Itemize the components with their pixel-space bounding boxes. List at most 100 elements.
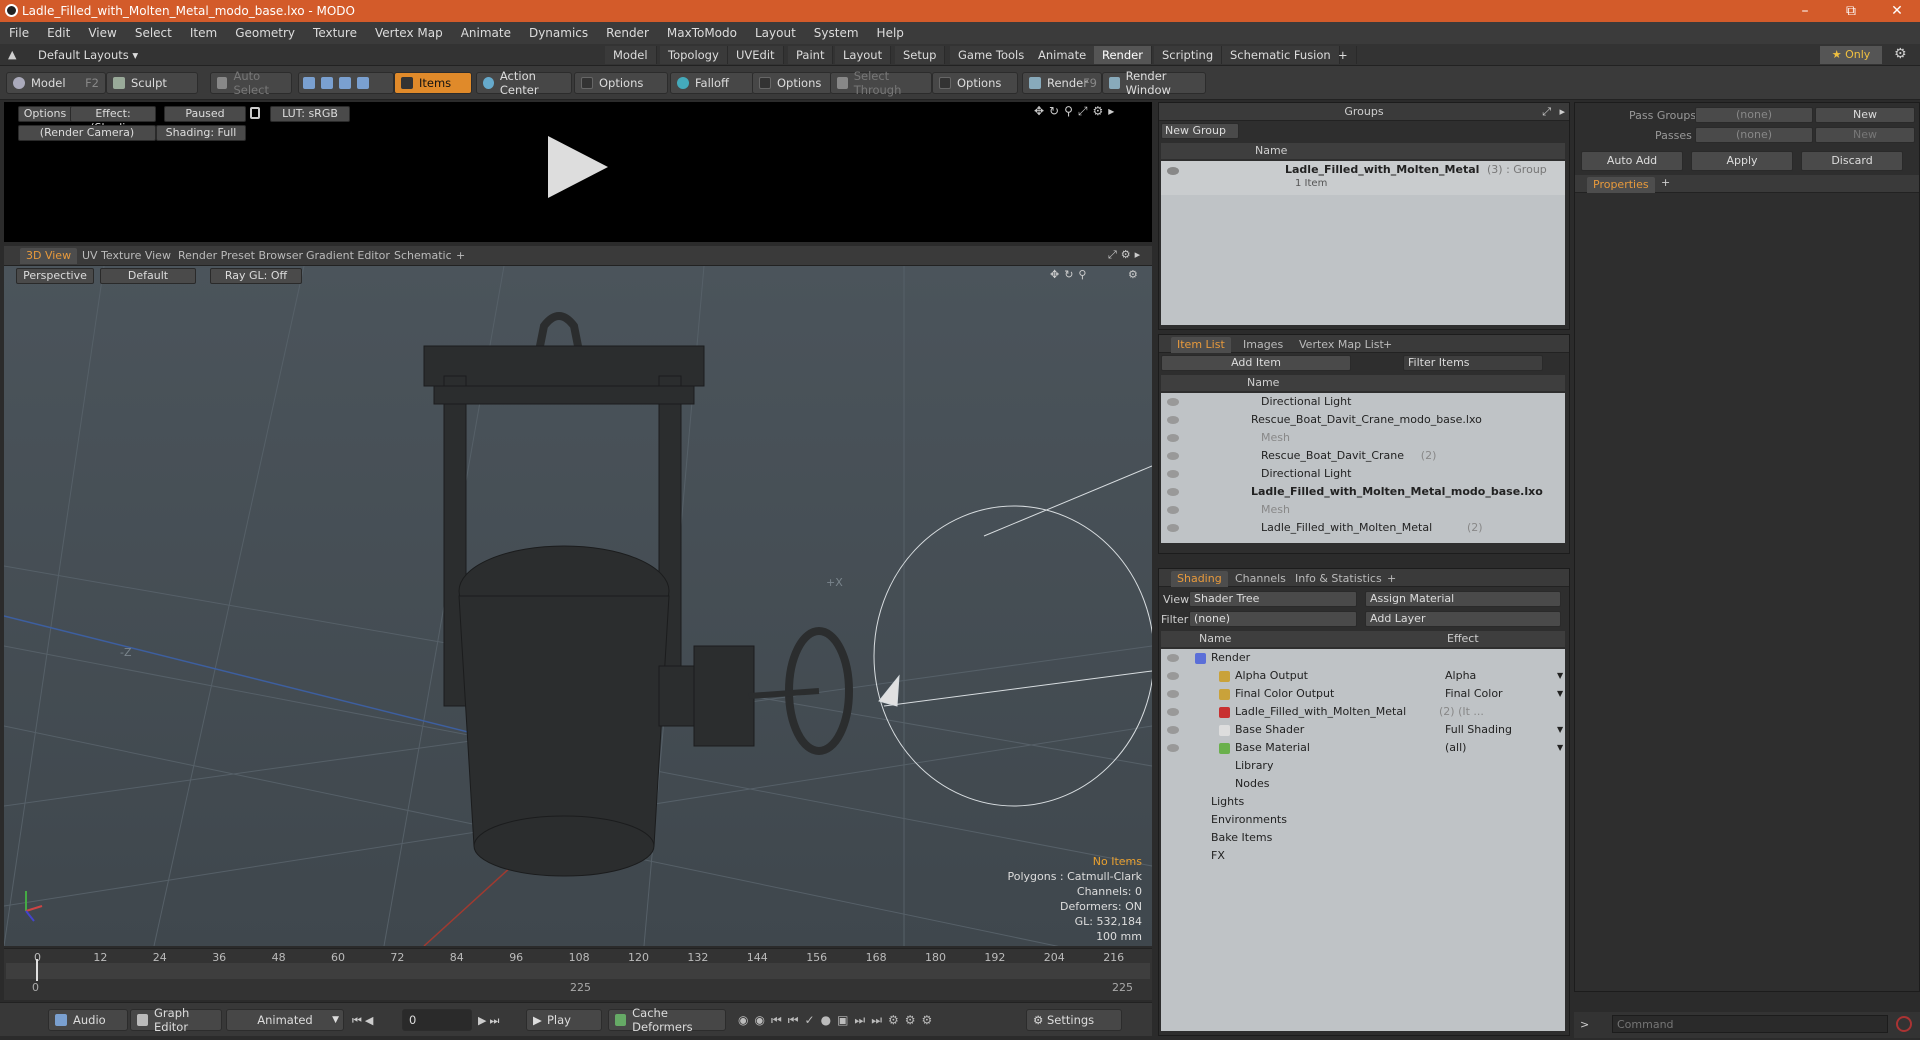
tab-channels[interactable]: Channels [1229, 571, 1292, 587]
tab-animate[interactable]: Animate [1030, 46, 1096, 64]
visibility-eye-icon[interactable] [1167, 690, 1179, 698]
menu-texture[interactable]: Texture [304, 26, 366, 40]
expand-icon[interactable]: ⤢ [1542, 105, 1551, 119]
visibility-eye-icon[interactable] [1167, 744, 1179, 752]
tab-schematic[interactable]: Schematic [388, 248, 458, 264]
new-pass-button[interactable]: New [1815, 127, 1915, 143]
visibility-eye-icon[interactable] [1167, 524, 1179, 532]
item-list-row[interactable]: Directional Light [1161, 393, 1565, 411]
visibility-eye-icon[interactable] [1167, 452, 1179, 460]
menu-maxtomodo[interactable]: MaxToModo [658, 26, 746, 40]
shader-tree-row[interactable]: Ladle_Filled_with_Molten_Metal (2) (It ..… [1161, 703, 1565, 721]
panel-menu-icon[interactable]: ▸ [1559, 105, 1565, 118]
shader-tree-row[interactable]: Bake Items [1161, 829, 1565, 847]
group-row[interactable]: Ladle_Filled_with_Molten_Metal (3) : Gro… [1161, 161, 1565, 195]
item-list-row[interactable]: Mesh [1161, 501, 1565, 519]
pass-groups-dropdown[interactable]: (none) [1695, 107, 1813, 123]
visibility-eye-icon[interactable] [1167, 416, 1179, 424]
render-view-controls-icon[interactable]: ✥↻⚲⤢⚙▸ [1034, 104, 1119, 119]
shader-effect-value[interactable]: Alpha [1445, 667, 1476, 685]
tab-model[interactable]: Model [605, 46, 657, 64]
shader-effect-value[interactable]: (all) [1445, 739, 1466, 757]
add-layer-dropdown[interactable]: Add Layer [1365, 611, 1561, 627]
item-list-row[interactable]: Ladle_Filled_with_Molten_Metal_modo_base… [1161, 483, 1565, 501]
render-options-button[interactable]: Options [18, 106, 72, 122]
passes-dropdown[interactable]: (none) [1695, 127, 1813, 143]
item-list-row[interactable]: Rescue_Boat_Davit_Crane_modo_base.lxo [1161, 411, 1565, 429]
tab-shading[interactable]: Shading [1171, 571, 1228, 587]
minimize-button[interactable]: – [1782, 0, 1828, 22]
visibility-eye-icon[interactable] [1167, 398, 1179, 406]
new-pass-group-button[interactable]: New [1815, 107, 1915, 123]
viewport-gear-icon[interactable]: ⚙ [1128, 268, 1138, 281]
tab-images[interactable]: Images [1237, 337, 1289, 353]
tab-game-tools[interactable]: Game Tools [950, 46, 1034, 64]
menu-vertex-map[interactable]: Vertex Map [366, 26, 452, 40]
tab-3d-view[interactable]: 3D View [20, 248, 78, 264]
lut-dropdown[interactable]: LUT: sRGB [270, 106, 350, 122]
shader-tree-row[interactable]: Lights [1161, 793, 1565, 811]
shader-tree-row[interactable]: Render [1161, 649, 1565, 667]
visibility-eye-icon[interactable] [1167, 470, 1179, 478]
layout-up-icon[interactable]: ▲ [8, 48, 16, 61]
tab-render-preset-browser[interactable]: Render Preset Browser [172, 248, 309, 264]
shader-tree-row[interactable]: Base Material (all) ▼ [1161, 739, 1565, 757]
menu-layout[interactable]: Layout [746, 26, 805, 40]
animated-dropdown[interactable]: Animated ▼ [226, 1009, 344, 1031]
visibility-eye-icon[interactable] [1167, 488, 1179, 496]
tab-scripting[interactable]: Scripting [1154, 46, 1223, 64]
shader-tree-row[interactable]: Nodes [1161, 775, 1565, 793]
assign-material-button[interactable]: Assign Material [1365, 591, 1561, 607]
menu-geometry[interactable]: Geometry [226, 26, 304, 40]
viewport-nav-controls-icon[interactable]: ✥↻⚲ [1050, 268, 1092, 281]
timeline-playhead[interactable] [36, 959, 38, 981]
render-window-button[interactable]: Render Window [1102, 69, 1206, 97]
discard-button[interactable]: Discard [1801, 151, 1903, 171]
vertices-mode-icon[interactable] [303, 77, 315, 89]
paused-button[interactable]: Paused [164, 106, 246, 122]
menu-help[interactable]: Help [868, 26, 913, 40]
visibility-eye-icon[interactable] [1167, 167, 1179, 175]
apply-button[interactable]: Apply [1691, 151, 1793, 171]
render-camera-dropdown[interactable]: (Render Camera) [18, 125, 156, 141]
timeline[interactable]: 0 12 24 36 48 60 72 84 96 108 120 132 144 156 168 180 19… [4, 948, 1152, 1000]
tab-paint[interactable]: Paint [788, 46, 834, 64]
tab-uv-texture-view[interactable]: UV Texture View [76, 248, 177, 264]
cache-deformers-button[interactable]: Cache Deformers [608, 1006, 726, 1034]
visibility-eye-icon[interactable] [1167, 434, 1179, 442]
visibility-eye-icon[interactable] [1167, 672, 1179, 680]
default-style-dropdown[interactable]: Default [100, 268, 196, 284]
effect-dropdown[interactable]: Effect: (Shadi... [70, 106, 156, 134]
tab-uvedit[interactable]: UVEdit [728, 46, 784, 64]
command-input[interactable] [1612, 1015, 1888, 1033]
close-button[interactable]: ✕ [1874, 0, 1920, 22]
shader-tree-row[interactable]: Environments [1161, 811, 1565, 829]
filter-items-input[interactable]: Filter Items [1403, 355, 1543, 371]
auto-select-button[interactable]: Auto Select [210, 69, 292, 97]
render-button[interactable]: Render F9 [1022, 72, 1102, 94]
effect-dropdown-arrow-icon[interactable]: ▼ [1557, 685, 1563, 703]
play-button[interactable]: ▶ Play [526, 1009, 602, 1031]
tab-info-statistics[interactable]: Info & Statistics [1289, 571, 1388, 587]
visibility-eye-icon[interactable] [1167, 726, 1179, 734]
tab-render[interactable]: Render [1094, 46, 1152, 64]
shader-effect-value[interactable]: Final Color [1445, 685, 1503, 703]
edges-mode-icon[interactable] [321, 77, 333, 89]
add-properties-tab-button[interactable]: + [1661, 176, 1670, 189]
tab-vertex-map-list[interactable]: Vertex Map List [1293, 337, 1390, 353]
default-layouts-dropdown[interactable]: Default Layouts ▾ [38, 48, 138, 62]
keyframe-tools-icons[interactable]: ◉◉⏮⏮✓●▣⏭⏭⚙⚙⚙ [738, 1013, 938, 1028]
gear-icon[interactable]: ⚙ [1894, 46, 1907, 62]
tab-gradient-editor[interactable]: Gradient Editor [300, 248, 396, 264]
skip-forward-icons[interactable]: ▶⏭ [478, 1014, 502, 1028]
effect-dropdown-arrow-icon[interactable]: ▼ [1557, 667, 1563, 685]
tab-topology[interactable]: Topology [660, 46, 728, 64]
auto-add-button[interactable]: Auto Add [1581, 151, 1683, 171]
graph-editor-button[interactable]: Graph Editor [130, 1006, 222, 1034]
tab-schematic-fusion[interactable]: Schematic Fusion [1222, 46, 1340, 64]
shader-tree-row[interactable]: Final Color Output Final Color ▼ [1161, 685, 1565, 703]
shader-tree-row[interactable]: Base Shader Full Shading ▼ [1161, 721, 1565, 739]
menu-system[interactable]: System [805, 26, 868, 40]
item-list-row[interactable]: Rescue_Boat_Davit_Crane (2) [1161, 447, 1565, 465]
effect-dropdown-arrow-icon[interactable]: ▼ [1557, 739, 1563, 757]
